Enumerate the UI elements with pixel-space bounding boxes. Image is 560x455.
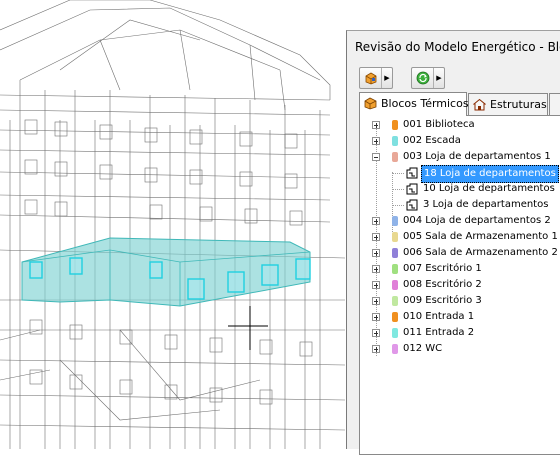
selected-thermal-block[interactable]: [21, 237, 311, 307]
refresh-button[interactable]: ▶: [411, 67, 445, 89]
tree-item-label: 012 WC: [403, 343, 443, 354]
tree-item-escritorio-1[interactable]: 007 Escritório 1: [372, 261, 560, 277]
tree-item-label: 006 Sala de Armazenamento 2: [403, 247, 558, 258]
expand-icon[interactable]: [372, 281, 380, 289]
tree-item-loja-2[interactable]: 004 Loja de departamentos 2: [372, 213, 560, 229]
tree-item-loja-1[interactable]: 003 Loja de departamentos 1: [372, 149, 560, 165]
chevron-down-icon[interactable]: ▶: [433, 68, 444, 88]
block-color-swatch: [392, 344, 398, 354]
zone-icon: [406, 167, 418, 179]
block-color-swatch: [392, 280, 398, 290]
tree-item-label: 011 Entrada 2: [403, 327, 475, 338]
tree-item-label: 005 Sala de Armazenamento 1: [403, 231, 558, 242]
block-color-swatch: [392, 232, 398, 242]
block-color-swatch: [392, 136, 398, 146]
expand-icon[interactable]: [372, 345, 380, 353]
tree-subitem-18-loja[interactable]: 18 Loja de departamentos: [372, 165, 560, 183]
thermal-blocks-icon: [364, 97, 377, 110]
refresh-icon: [416, 71, 430, 85]
block-color-swatch: [392, 152, 398, 162]
tree-item-label: 010 Entrada 1: [403, 311, 475, 322]
tree-item-label: 002 Escada: [403, 135, 461, 146]
expand-icon[interactable]: [372, 297, 380, 305]
tree-item-label: 10 Loja de departamentos: [423, 183, 555, 194]
thermal-blocks-tree: 001 Biblioteca 002 Escada 003 Loja de de…: [359, 115, 560, 455]
expand-icon[interactable]: [372, 121, 380, 129]
tree-item-entrada-1[interactable]: 010 Entrada 1: [372, 309, 560, 325]
tree-item-label: 008 Escritório 2: [403, 279, 482, 290]
tree-item-label: 007 Escritório 1: [403, 263, 482, 274]
tree-item-label: 009 Escritório 3: [403, 295, 482, 306]
tree-item-wc[interactable]: 012 WC: [372, 341, 560, 357]
building-wireframe: [0, 0, 346, 449]
collapse-icon[interactable]: [372, 153, 380, 161]
tab-bar: Blocos Térmicos Estruturas: [359, 92, 560, 116]
structures-icon: [473, 98, 486, 111]
energy-model-review-panel: Revisão do Modelo Energético - Bloco ▶ ▶…: [346, 30, 560, 455]
tree-item-escada[interactable]: 002 Escada: [372, 133, 560, 149]
block-color-swatch: [392, 248, 398, 258]
tree-subitem-10-loja[interactable]: 10 Loja de departamentos: [372, 181, 560, 197]
tree-item-escritorio-2[interactable]: 008 Escritório 2: [372, 277, 560, 293]
tab-thermal-blocks[interactable]: Blocos Térmicos: [359, 92, 469, 116]
block-color-swatch: [392, 120, 398, 130]
tree-item-label: 001 Biblioteca: [403, 119, 475, 130]
tree-subitem-3-loja[interactable]: 3 Loja de departamentos: [372, 197, 560, 213]
panel-title: Revisão do Modelo Energético - Bloco: [355, 40, 560, 54]
expand-icon[interactable]: [372, 249, 380, 257]
model-view-icon: [365, 72, 377, 85]
expand-icon[interactable]: [372, 233, 380, 241]
expand-icon[interactable]: [372, 329, 380, 337]
3d-model-viewport[interactable]: [0, 0, 346, 449]
block-color-swatch: [392, 328, 398, 338]
model-view-button[interactable]: ▶: [359, 67, 393, 89]
tree-item-escritorio-3[interactable]: 009 Escritório 3: [372, 293, 560, 309]
tree-item-biblioteca[interactable]: 001 Biblioteca: [372, 117, 560, 133]
tab-structures[interactable]: Estruturas: [468, 93, 548, 115]
tree-item-entrada-2[interactable]: 011 Entrada 2: [372, 325, 560, 341]
tab-label: Estruturas: [490, 98, 547, 111]
expand-icon[interactable]: [372, 137, 380, 145]
block-color-swatch: [392, 264, 398, 274]
tree-item-armazenamento-2[interactable]: 006 Sala de Armazenamento 2: [372, 245, 560, 261]
crosshair-cursor: [228, 306, 268, 350]
block-color-swatch: [392, 216, 398, 226]
tree-item-label: 003 Loja de departamentos 1: [403, 151, 551, 162]
tab-label: Blocos Térmicos: [381, 97, 469, 110]
tree-item-label: 3 Loja de departamentos: [423, 199, 549, 210]
tree-item-armazenamento-1[interactable]: 005 Sala de Armazenamento 1: [372, 229, 560, 245]
expand-icon[interactable]: [372, 265, 380, 273]
tree-item-label: 004 Loja de departamentos 2: [403, 215, 551, 226]
chevron-down-icon[interactable]: ▶: [381, 68, 392, 88]
block-color-swatch: [392, 312, 398, 322]
zone-icon: [406, 183, 418, 195]
tab-overflow[interactable]: [549, 93, 560, 115]
expand-icon[interactable]: [372, 313, 380, 321]
expand-icon[interactable]: [372, 217, 380, 225]
block-color-swatch: [392, 296, 398, 306]
zone-icon: [406, 199, 418, 211]
